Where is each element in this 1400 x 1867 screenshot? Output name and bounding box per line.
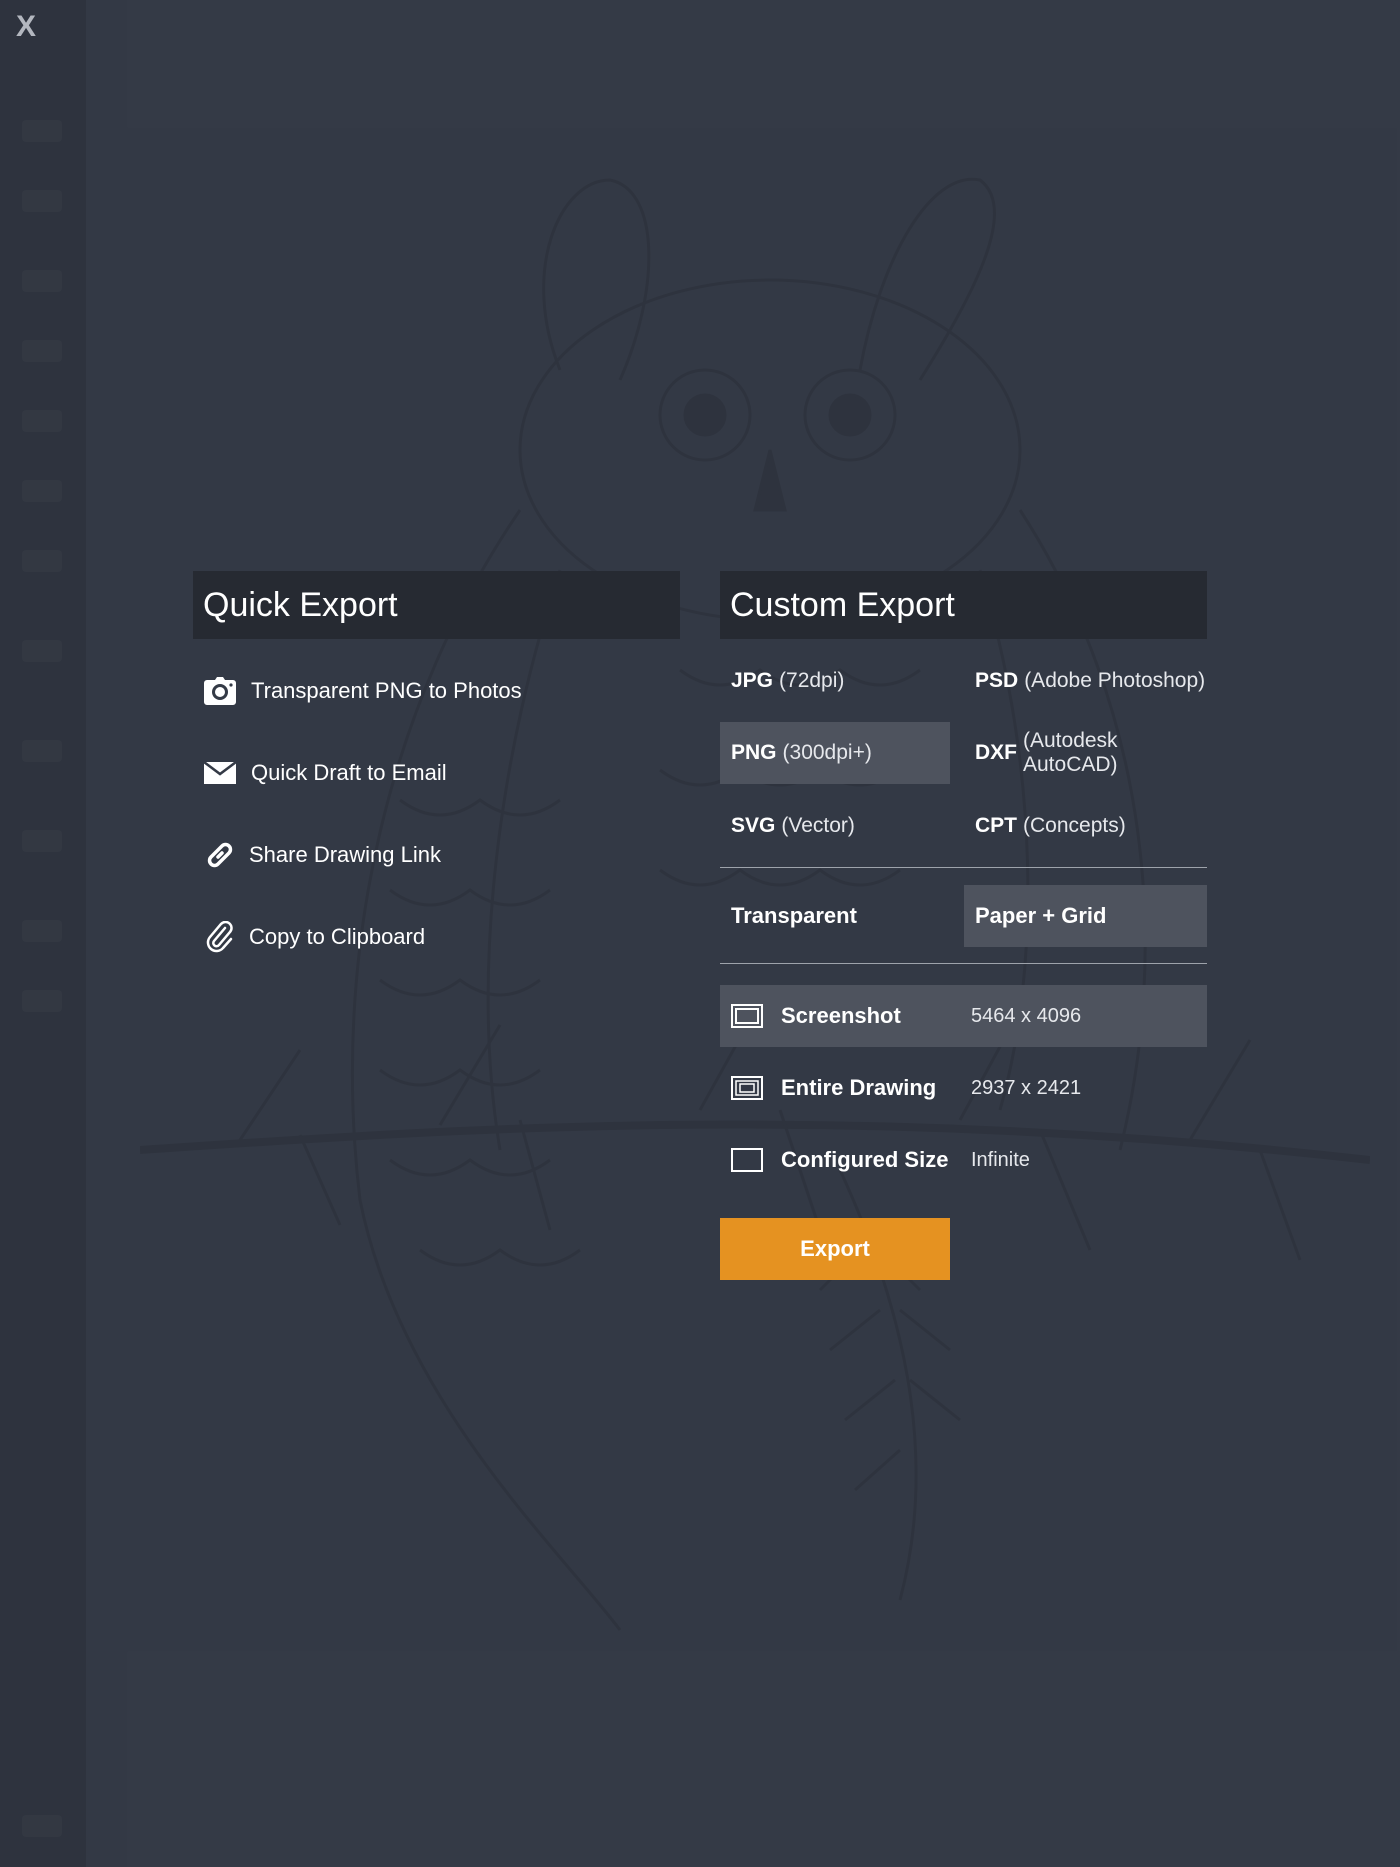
format-name: SVG bbox=[731, 814, 776, 837]
size-option-configured-size[interactable]: Configured Size Infinite bbox=[720, 1129, 1207, 1191]
format-name: DXF bbox=[975, 741, 1017, 764]
size-option-entire-drawing[interactable]: Entire Drawing 2937 x 2421 bbox=[720, 1057, 1207, 1119]
close-button[interactable]: X bbox=[16, 10, 36, 44]
envelope-icon bbox=[203, 756, 237, 790]
paperclip-icon bbox=[203, 920, 237, 954]
size-value: 2937 x 2421 bbox=[971, 1076, 1082, 1099]
format-name: JPG bbox=[731, 669, 774, 692]
quick-export-transparent-png-button[interactable]: Transparent PNG to Photos bbox=[203, 671, 522, 711]
configured-size-frame-icon bbox=[731, 1148, 763, 1172]
size-label: Screenshot bbox=[781, 1003, 901, 1028]
format-name: PNG bbox=[731, 741, 777, 764]
background-option-paper-grid[interactable]: Paper + Grid bbox=[964, 885, 1207, 947]
quick-export-email-button[interactable]: Quick Draft to Email bbox=[203, 753, 447, 793]
size-label: Entire Drawing bbox=[781, 1075, 937, 1100]
section-divider bbox=[720, 963, 1207, 964]
format-desc: (300dpi+) bbox=[782, 741, 872, 764]
quick-export-label: Transparent PNG to Photos bbox=[251, 678, 522, 703]
camera-icon bbox=[203, 674, 237, 708]
quick-export-title: Quick Export bbox=[203, 585, 398, 624]
quick-export-share-link-button[interactable]: Share Drawing Link bbox=[203, 835, 441, 875]
custom-export-title: Custom Export bbox=[730, 585, 955, 624]
size-label: Configured Size bbox=[781, 1147, 949, 1172]
background-label: Transparent bbox=[731, 903, 857, 928]
quick-export-label: Quick Draft to Email bbox=[251, 760, 447, 785]
size-option-screenshot[interactable]: Screenshot 5464 x 4096 bbox=[720, 985, 1207, 1047]
size-value: 5464 x 4096 bbox=[971, 1004, 1082, 1027]
format-desc: (Adobe Photoshop) bbox=[1024, 669, 1206, 692]
link-icon bbox=[203, 838, 237, 872]
background-label: Paper + Grid bbox=[975, 903, 1107, 928]
section-divider bbox=[720, 867, 1207, 868]
screenshot-frame-icon bbox=[731, 1004, 763, 1028]
quick-export-label: Copy to Clipboard bbox=[249, 924, 426, 949]
format-option-png[interactable]: PNG (300dpi+) bbox=[720, 722, 950, 784]
quick-export-label: Share Drawing Link bbox=[249, 842, 441, 867]
format-desc: (Autodesk AutoCAD) bbox=[1023, 729, 1118, 776]
quick-export-header: Quick Export bbox=[193, 571, 680, 639]
format-option-svg[interactable]: SVG (Vector) bbox=[720, 795, 950, 857]
custom-export-header: Custom Export bbox=[720, 571, 1207, 639]
format-option-dxf[interactable]: DXF (Autodesk AutoCAD) bbox=[964, 722, 1207, 784]
format-name: CPT bbox=[975, 814, 1017, 837]
quick-export-clipboard-button[interactable]: Copy to Clipboard bbox=[203, 917, 425, 957]
format-desc: (Concepts) bbox=[1023, 814, 1126, 837]
format-desc: (72dpi) bbox=[779, 669, 845, 692]
export-button[interactable]: Export bbox=[720, 1218, 950, 1280]
entire-drawing-frame-icon bbox=[731, 1076, 763, 1100]
format-option-jpg[interactable]: JPG (72dpi) bbox=[720, 650, 950, 712]
format-option-psd[interactable]: PSD (Adobe Photoshop) bbox=[964, 650, 1207, 712]
size-value: Infinite bbox=[971, 1148, 1030, 1171]
background-option-transparent[interactable]: Transparent bbox=[720, 885, 950, 947]
format-desc: (Vector) bbox=[781, 814, 855, 837]
format-option-cpt[interactable]: CPT (Concepts) bbox=[964, 795, 1207, 857]
format-name: PSD bbox=[975, 669, 1019, 692]
